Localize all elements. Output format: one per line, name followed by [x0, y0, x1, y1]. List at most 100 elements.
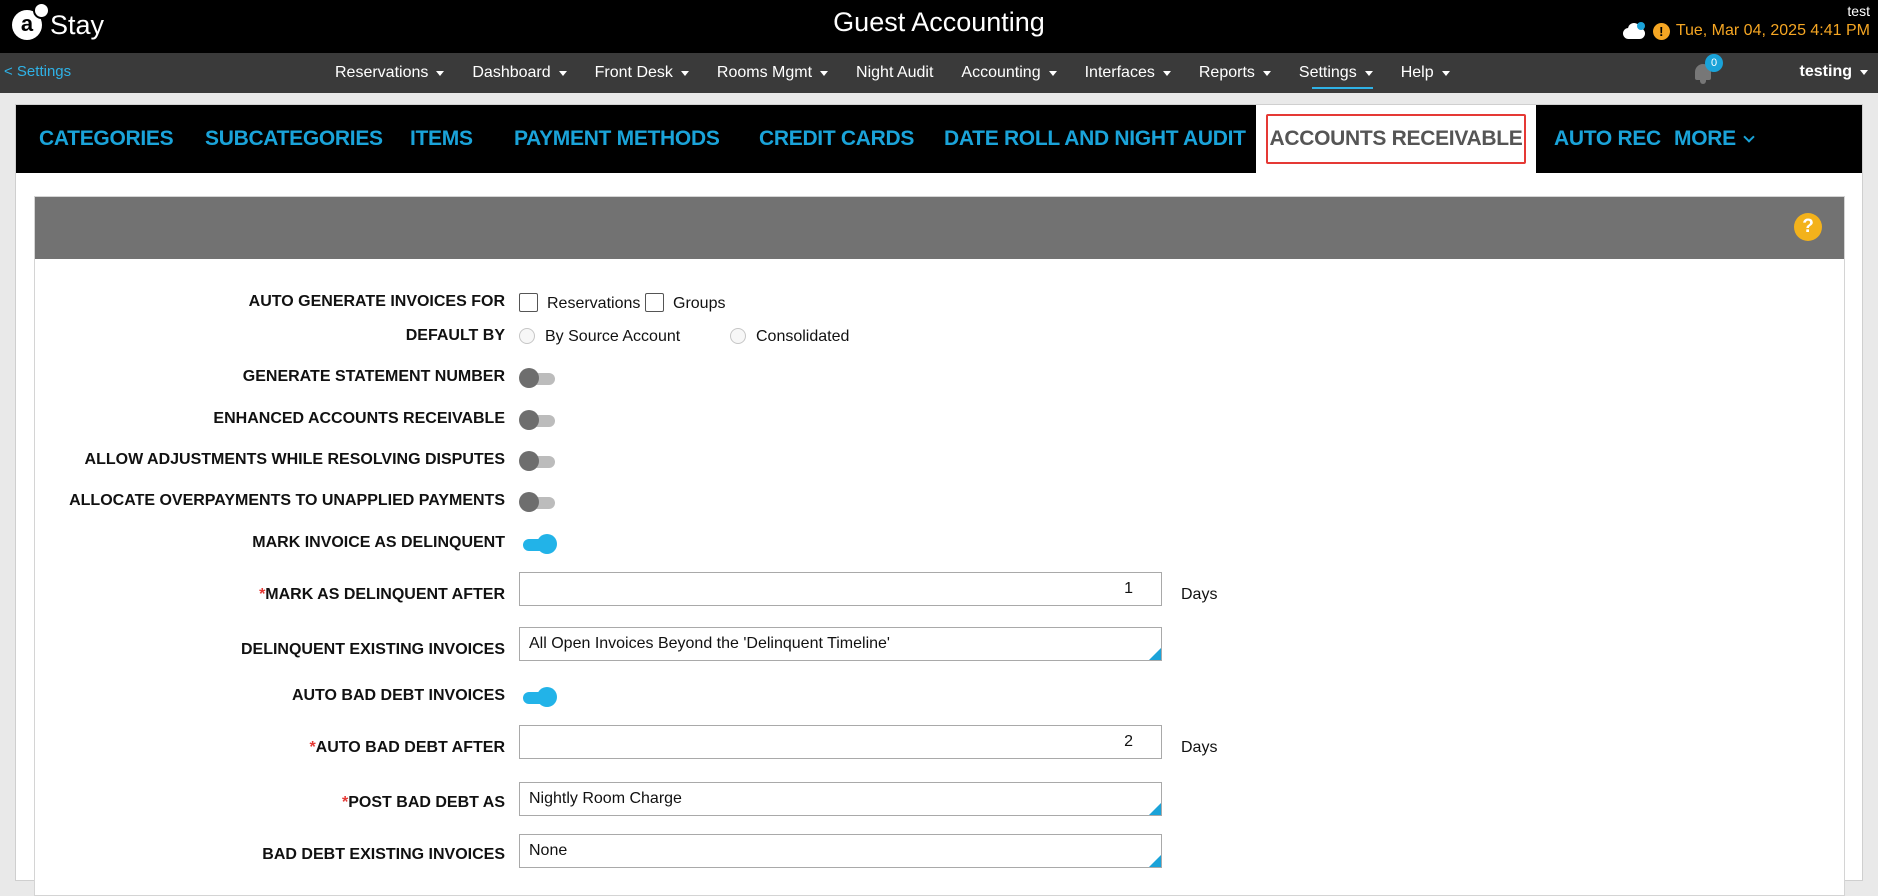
current-datetime: Tue, Mar 04, 2025 4:41 PM: [1675, 22, 1870, 39]
nav-item-label: Rooms Mgmt: [716, 64, 813, 81]
generate-statement-number-label: GENERATE STATEMENT NUMBER: [242, 368, 505, 385]
nav-item-label: Settings: [1298, 64, 1357, 81]
tab-accounts-receivable[interactable]: ACCOUNTS RECEIVABLE: [1256, 105, 1536, 173]
tab-auto-rec[interactable]: AUTO REC: [1554, 105, 1661, 173]
user-menu-label: testing: [1799, 63, 1852, 80]
delinquent-existing-label: DELINQUENT EXISTING INVOICES: [240, 641, 505, 658]
tab-payment-methods[interactable]: PAYMENT METHODS: [514, 105, 720, 173]
bad-debt-after-input[interactable]: 2: [519, 725, 1162, 759]
enhanced-ar-toggle[interactable]: [519, 409, 557, 431]
auto-generate-label: AUTO GENERATE INVOICES FOR: [248, 293, 505, 310]
nav-item-reservations[interactable]: Reservations: [321, 53, 458, 93]
nav-item-night-audit[interactable]: Night Audit: [842, 53, 947, 93]
nav-item-label: Front Desk: [594, 64, 673, 81]
tab-label: CREDIT CARDS: [759, 127, 915, 150]
reservations-checkbox[interactable]: [519, 293, 538, 312]
logo-mark-icon: a: [12, 2, 50, 40]
nav-item-dashboard[interactable]: Dashboard: [458, 53, 580, 93]
back-to-settings-link[interactable]: < Settings: [4, 63, 71, 80]
auto-bad-debt-toggle[interactable]: [519, 686, 557, 708]
mark-delinquent-toggle[interactable]: [519, 533, 557, 555]
caret-down-icon: [1860, 69, 1868, 75]
delinquent-existing-select[interactable]: All Open Invoices Beyond the 'Delinquent…: [519, 627, 1162, 661]
nav-item-help[interactable]: Help: [1387, 53, 1464, 93]
groups-option-label: Groups: [673, 295, 726, 312]
tab-items[interactable]: ITEMS: [410, 105, 473, 173]
nav-item-label: Reservations: [335, 64, 429, 81]
enhanced-ar-label: ENHANCED ACCOUNTS RECEIVABLE: [213, 410, 505, 427]
caret-down-icon: [1048, 70, 1057, 76]
auto-bad-debt-label: AUTO BAD DEBT INVOICES: [291, 687, 505, 704]
groups-checkbox[interactable]: [645, 293, 664, 312]
allow-adjustments-toggle[interactable]: [519, 450, 557, 472]
app-logo[interactable]: a Stay: [12, 2, 105, 45]
delinquent-after-unit: Days: [1181, 586, 1218, 603]
reservations-option-label: Reservations: [547, 295, 641, 312]
allow-adjustments-label: ALLOW ADJUSTMENTS WHILE RESOLVING DISPUT…: [84, 451, 505, 468]
tab-credit-cards[interactable]: CREDIT CARDS: [759, 105, 914, 173]
logo-text: Stay: [50, 9, 105, 40]
alert-icon[interactable]: !: [1652, 22, 1670, 40]
delinquent-after-label: *MARK AS DELINQUENT AFTER: [259, 586, 505, 603]
tab-label: ACCOUNTS RECEIVABLE: [1269, 127, 1523, 150]
tab-label: DATE ROLL AND NIGHT AUDIT: [944, 127, 1246, 150]
by-source-account-label: By Source Account: [545, 328, 681, 345]
tab-label: PAYMENT METHODS: [514, 127, 720, 150]
caret-down-icon: [680, 70, 689, 76]
main-nav: < Settings Reservations Dashboard Front De…: [0, 53, 1878, 93]
tab-label: SUBCATEGORIES: [205, 127, 383, 150]
settings-tab-strip: CATEGORIES SUBCATEGORIES ITEMS PAYMENT METH…: [16, 105, 1862, 173]
tab-label: MORE: [1674, 127, 1736, 150]
by-source-account-radio[interactable]: [519, 328, 535, 344]
generate-statement-number-toggle[interactable]: [519, 367, 557, 389]
bad-debt-after-unit: Days: [1181, 739, 1218, 756]
nav-item-front-desk[interactable]: Front Desk: [581, 53, 703, 93]
nav-menu: Reservations Dashboard Front Desk Rooms Mgm…: [321, 53, 1464, 93]
nav-item-label: Reports: [1198, 64, 1255, 81]
nav-item-label: Accounting: [961, 64, 1041, 81]
mark-delinquent-label: MARK INVOICE AS DELINQUENT: [252, 534, 505, 551]
allocate-overpayments-toggle[interactable]: [519, 491, 557, 513]
nav-item-rooms-mgmt[interactable]: Rooms Mgmt: [703, 53, 842, 93]
post-bad-debt-select[interactable]: Nightly Room Charge: [519, 782, 1162, 816]
cloud-sync-icon[interactable]: [1621, 22, 1647, 40]
chevron-down-icon: [1743, 130, 1755, 143]
bad-debt-existing-select[interactable]: None: [519, 834, 1162, 868]
user-short-name: test: [1847, 3, 1870, 19]
nav-item-interfaces[interactable]: Interfaces: [1071, 53, 1185, 93]
caret-down-icon: [1262, 70, 1271, 76]
bad-debt-after-label: *AUTO BAD DEBT AFTER: [309, 739, 505, 756]
bad-debt-existing-label: BAD DEBT EXISTING INVOICES: [262, 846, 505, 863]
delinquent-after-input[interactable]: 1: [519, 572, 1162, 606]
app-title: Guest Accounting: [833, 7, 1045, 37]
top-right-status: test ! Tue, Mar 04, 2025 4:41 PM: [1621, 0, 1870, 53]
consolidated-label: Consolidated: [756, 328, 850, 345]
tab-label: ITEMS: [410, 127, 473, 150]
panel-header: ?: [35, 197, 1844, 259]
tab-subcategories[interactable]: SUBCATEGORIES: [205, 105, 383, 173]
help-icon[interactable]: ?: [1794, 213, 1822, 241]
nav-item-settings[interactable]: Settings: [1285, 53, 1387, 93]
nav-item-label: Night Audit: [856, 64, 934, 81]
notification-count-badge: 0: [1705, 54, 1723, 72]
tab-label: CATEGORIES: [39, 127, 174, 150]
consolidated-radio[interactable]: [730, 328, 746, 344]
nav-item-reports[interactable]: Reports: [1185, 53, 1285, 93]
content-frame: CATEGORIES SUBCATEGORIES ITEMS PAYMENT METH…: [15, 104, 1863, 896]
nav-item-label: Interfaces: [1084, 64, 1155, 81]
caret-down-icon: [558, 70, 567, 76]
caret-down-icon: [1162, 70, 1171, 76]
user-menu[interactable]: testing: [1800, 63, 1868, 81]
top-bar: a Stay Guest Accounting test ! Tue, Mar …: [0, 0, 1878, 53]
allocate-overpayments-label: ALLOCATE OVERPAYMENTS TO UNAPPLIED PAYME…: [69, 492, 505, 509]
caret-down-icon: [436, 70, 445, 76]
tab-more[interactable]: MORE: [1674, 105, 1755, 173]
nav-item-accounting[interactable]: Accounting: [947, 53, 1070, 93]
default-by-label: DEFAULT BY: [405, 327, 505, 344]
nav-item-label: Dashboard: [472, 64, 551, 81]
nav-item-label: Help: [1400, 64, 1434, 81]
caret-down-icon: [1441, 70, 1450, 76]
tab-categories[interactable]: CATEGORIES: [39, 105, 174, 173]
tab-date-roll-and-night-audit[interactable]: DATE ROLL AND NIGHT AUDIT: [944, 105, 1246, 173]
caret-down-icon: [820, 70, 829, 76]
